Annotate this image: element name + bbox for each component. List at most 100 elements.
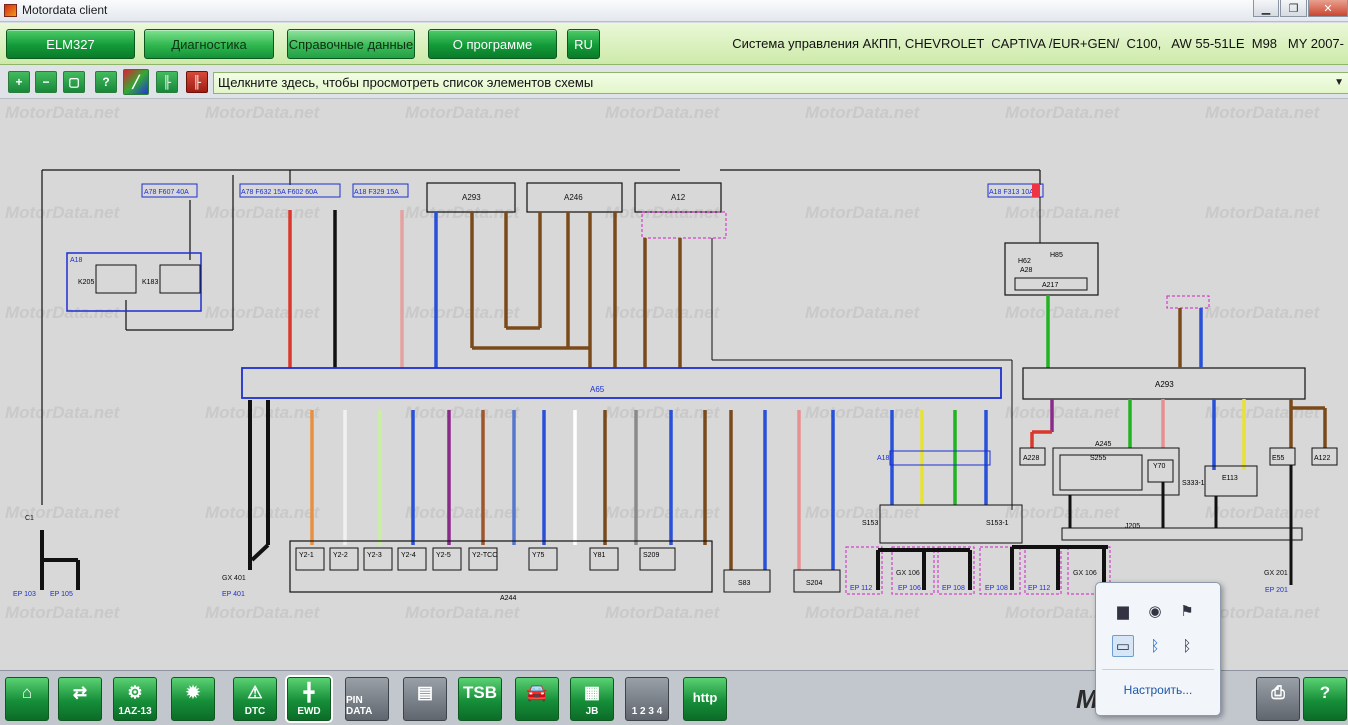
engine-icon[interactable]: ✹: [171, 677, 215, 721]
watermark: MotorData.net: [205, 203, 321, 222]
svg-text:A18: A18: [877, 455, 890, 462]
app-icon: [4, 4, 17, 17]
diagram-toolbar: + − ▢ ? ╱ ╟ ╟ Щелкните здесь, чтобы прос…: [0, 65, 1348, 99]
device-icon[interactable]: ▭: [1112, 635, 1134, 657]
svg-text:A217: A217: [1042, 282, 1058, 289]
watermark: MotorData.net: [1005, 303, 1121, 322]
configure-link[interactable]: Настроить...: [1096, 683, 1220, 697]
zoom-out-icon[interactable]: −: [35, 71, 57, 93]
flag-icon[interactable]: ⚑: [1176, 600, 1198, 622]
svg-text:EP 106: EP 106: [898, 585, 921, 592]
svg-text:J205: J205: [1125, 523, 1140, 530]
svg-text:Y2-2: Y2-2: [333, 552, 348, 559]
watermark: MotorData.net: [405, 303, 521, 322]
manual-icon[interactable]: ?: [1303, 677, 1347, 721]
svg-text:H62: H62: [1018, 258, 1031, 265]
watermark: MotorData.net: [405, 403, 521, 422]
title-bar: Motordata client ▁ ❐ ✕: [0, 0, 1348, 22]
about-button[interactable]: О программе: [428, 29, 557, 59]
grid-layout-icon[interactable]: ╟: [156, 71, 178, 93]
watermark: MotorData.net: [1205, 503, 1321, 522]
language-button[interactable]: RU: [567, 29, 600, 59]
fuse-a18-f313: A18 F313 10A: [989, 189, 1034, 196]
http-button[interactable]: http: [683, 677, 727, 721]
elm327-button[interactable]: ELM327: [6, 29, 135, 59]
svg-text:GX 106: GX 106: [896, 570, 920, 577]
svg-text:Y2-5: Y2-5: [436, 552, 451, 559]
solenoid-y75: Y75: [528, 547, 558, 571]
engine-code-icon[interactable]: ⚙ 1AZ-13: [113, 677, 157, 721]
svg-text:A228: A228: [1023, 455, 1039, 462]
svg-text:S255: S255: [1090, 455, 1106, 462]
bluetooth-outline-icon[interactable]: ᛒ: [1176, 635, 1198, 657]
solenoid-s209: S209: [639, 547, 676, 571]
browser-icon[interactable]: ◉: [1144, 600, 1166, 622]
dtc-button[interactable]: ⚠ DTC: [233, 677, 277, 721]
ewd-button[interactable]: ╋ EWD: [287, 677, 331, 721]
pin-data-button[interactable]: PIN DATA: [345, 677, 389, 721]
watermark: MotorData.net: [805, 403, 921, 422]
zoom-in-icon[interactable]: +: [8, 71, 30, 93]
svg-text:EP 103: EP 103: [13, 591, 36, 598]
watermark: MotorData.net: [805, 603, 921, 622]
maximize-button[interactable]: ❐: [1280, 0, 1307, 17]
fit-window-icon[interactable]: ▢: [63, 71, 85, 93]
chevron-down-icon: ▼: [1334, 77, 1344, 88]
svg-text:A28: A28: [1020, 267, 1033, 274]
bluetooth-icon[interactable]: ᛒ: [1144, 635, 1166, 657]
watermark: MotorData.net: [405, 103, 521, 122]
svg-text:EP 105: EP 105: [50, 591, 73, 598]
element-list-select[interactable]: Щелкните здесь, чтобы просмотреть список…: [213, 72, 1348, 94]
svg-text:GX 201: GX 201: [1264, 570, 1288, 577]
svg-text:GX 401: GX 401: [222, 575, 246, 582]
svg-text:Y2-1: Y2-1: [299, 552, 314, 559]
svg-text:EP 112: EP 112: [850, 585, 872, 592]
main-menu-bar: ELM327 Диагностика Справочные данные О п…: [0, 23, 1348, 65]
connect-icon[interactable]: ⇄: [58, 677, 102, 721]
svg-text:A245: A245: [1095, 441, 1111, 448]
close-button[interactable]: ✕: [1308, 0, 1348, 17]
svg-text:A293: A293: [1155, 380, 1174, 389]
fuse-a78-f632: A78 F632 15A F602 60A: [241, 189, 318, 196]
print-icon[interactable]: ⎙: [1256, 677, 1300, 721]
valve-body-a244: [289, 540, 713, 593]
reference-data-button[interactable]: Справочные данные: [287, 29, 415, 59]
fuse-a18-f329: A18 F329 15A: [354, 189, 399, 196]
network-icon[interactable]: ▆: [1112, 600, 1134, 622]
watermark: MotorData.net: [605, 603, 721, 622]
module-a246: A246: [564, 193, 583, 202]
solenoid-y2-4: Y2-4: [397, 547, 427, 571]
solenoid-y2-1: Y2-1: [295, 547, 325, 571]
module-a293-top: A293: [462, 193, 481, 202]
solenoid-y2-5: Y2-5: [432, 547, 462, 571]
watermark: MotorData.net: [1205, 603, 1321, 622]
watermark: MotorData.net: [1205, 203, 1321, 222]
watermark: MotorData.net: [5, 503, 121, 522]
watermark: MotorData.net: [805, 203, 921, 222]
diagnostics-button[interactable]: Диагностика: [144, 29, 274, 59]
bus-a65: [241, 367, 1002, 399]
svg-text:S83: S83: [738, 580, 751, 587]
svg-text:S209: S209: [643, 552, 659, 559]
window-title: Motordata client: [22, 3, 108, 17]
tsb-button[interactable]: TSB: [458, 677, 502, 721]
svg-text:C1: C1: [25, 515, 34, 522]
watermark: MotorData.net: [205, 603, 321, 622]
watermark: MotorData.net: [605, 303, 721, 322]
wire-colors-icon[interactable]: ╱: [123, 69, 149, 95]
fuse-layout-icon[interactable]: 1 2 3 4: [625, 677, 669, 721]
help-icon[interactable]: ?: [95, 71, 117, 93]
svg-text:S153: S153: [862, 520, 878, 527]
watermark: MotorData.net: [1205, 303, 1321, 322]
car-icon[interactable]: 🚘: [515, 677, 559, 721]
minimize-button[interactable]: ▁: [1253, 0, 1279, 17]
svg-text:Y70: Y70: [1153, 463, 1166, 470]
home-icon[interactable]: ⌂: [5, 677, 49, 721]
svg-text:Y75: Y75: [532, 552, 545, 559]
svg-text:GX 106: GX 106: [1073, 570, 1097, 577]
document-icon[interactable]: ▤: [403, 677, 447, 721]
svg-text:EP 108: EP 108: [985, 585, 1008, 592]
jb-button[interactable]: ▦ JB: [570, 677, 614, 721]
highlight-icon[interactable]: ╟: [186, 71, 208, 93]
watermark: MotorData.net: [5, 603, 121, 622]
